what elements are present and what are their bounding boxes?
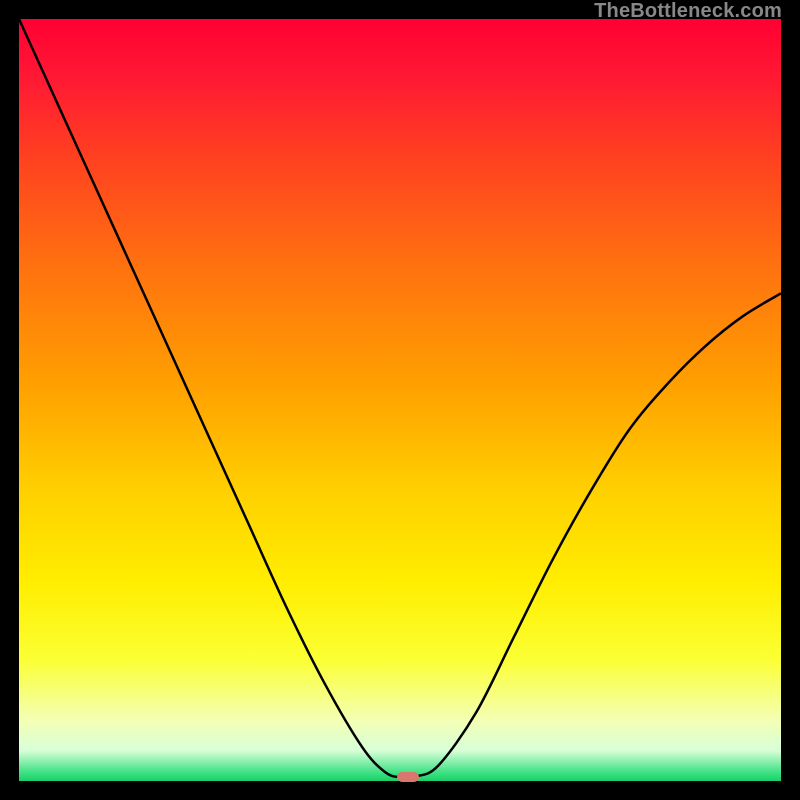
optimum-marker bbox=[397, 772, 419, 782]
bottleneck-curve bbox=[19, 19, 781, 781]
